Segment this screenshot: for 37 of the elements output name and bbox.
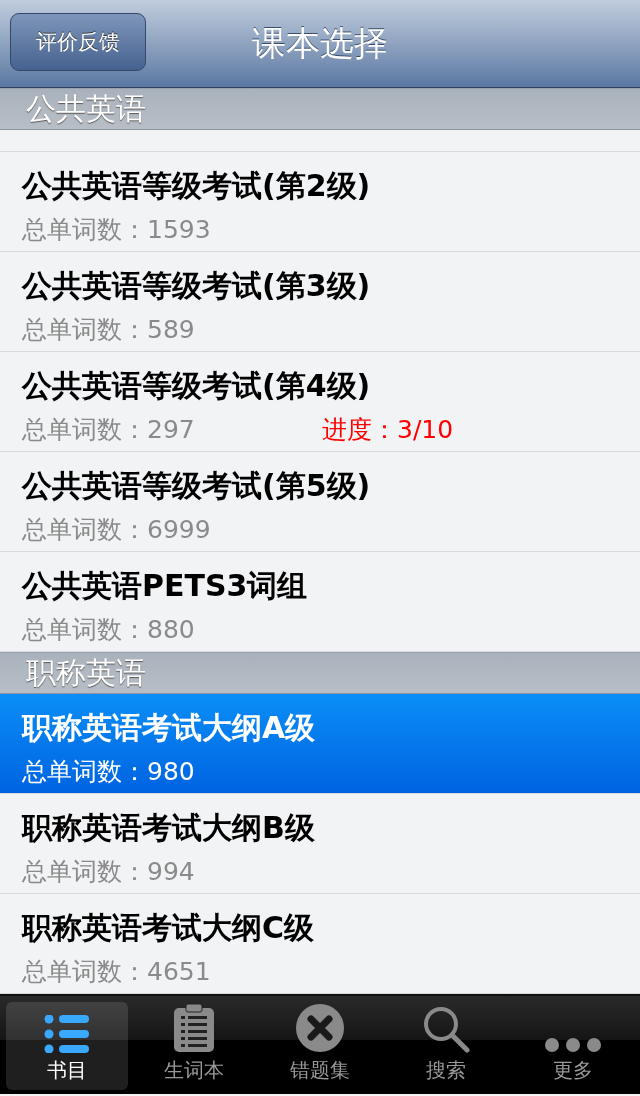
tab[interactable]: 搜索 [385, 1002, 508, 1090]
nav-title: 课本选择 [252, 21, 388, 65]
tab[interactable]: 生词本 [132, 1002, 255, 1090]
word-count: 总单词数：4651 [22, 956, 212, 988]
search-icon [422, 1005, 471, 1053]
list-row[interactable]: 公共英语等级考试(第2级) 总单词数：1593 [0, 152, 640, 252]
word-count: 总单词数：880 [22, 614, 196, 646]
clipboard-icon [172, 1003, 215, 1053]
list-icon [44, 1015, 91, 1053]
section-title: 职称英语 [26, 653, 146, 692]
word-count: 总单词数：1593 [22, 214, 212, 246]
close-circle-icon [295, 1003, 345, 1053]
progress-text: 进度：3/10 [322, 414, 454, 446]
book-title: 公共英语等级考试(第5级) [22, 467, 372, 505]
list-row[interactable]: 公共英语等级考试(第4级) 总单词数：297 进度：3/10 [0, 352, 640, 452]
word-count: 总单词数：994 [22, 856, 196, 888]
book-title: 职称英语考试大纲C级 [22, 909, 316, 947]
book-title: 公共英语等级考试(第2级) [22, 167, 372, 205]
list-row[interactable]: 职称英语考试大纲B级 总单词数：994 [0, 794, 640, 894]
word-count: 总单词数：297 [22, 414, 196, 446]
section-title: 公共英语 [26, 89, 146, 128]
more-icon [543, 1037, 602, 1053]
tab[interactable]: 书目 [6, 1002, 129, 1090]
book-title: 公共英语等级考试(第4级) [22, 367, 372, 405]
tab[interactable]: 更多 [511, 1002, 635, 1090]
list-row[interactable]: 公共英语等级考试(第5级) 总单词数：6999 [0, 452, 640, 552]
book-title: 公共英语等级考试(第3级) [22, 267, 372, 305]
feedback-button[interactable]: 评价反馈 [10, 13, 146, 71]
book-title: 职称英语考试大纲B级 [22, 809, 316, 847]
book-title: 公共英语PETS3词组 [22, 567, 309, 605]
book-title: 职称英语考试大纲A级 [22, 709, 317, 747]
word-count: 总单词数：6999 [22, 514, 212, 546]
tab[interactable]: 错题集 [258, 1002, 382, 1090]
word-count: 总单词数：589 [22, 314, 196, 346]
word-count: 总单词数：980 [22, 756, 196, 788]
list-row[interactable]: 公共英语等级考试(第3级) 总单词数：589 [0, 252, 640, 352]
list-row[interactable]: 职称英语考试大纲A级 总单词数：980 [0, 694, 640, 794]
